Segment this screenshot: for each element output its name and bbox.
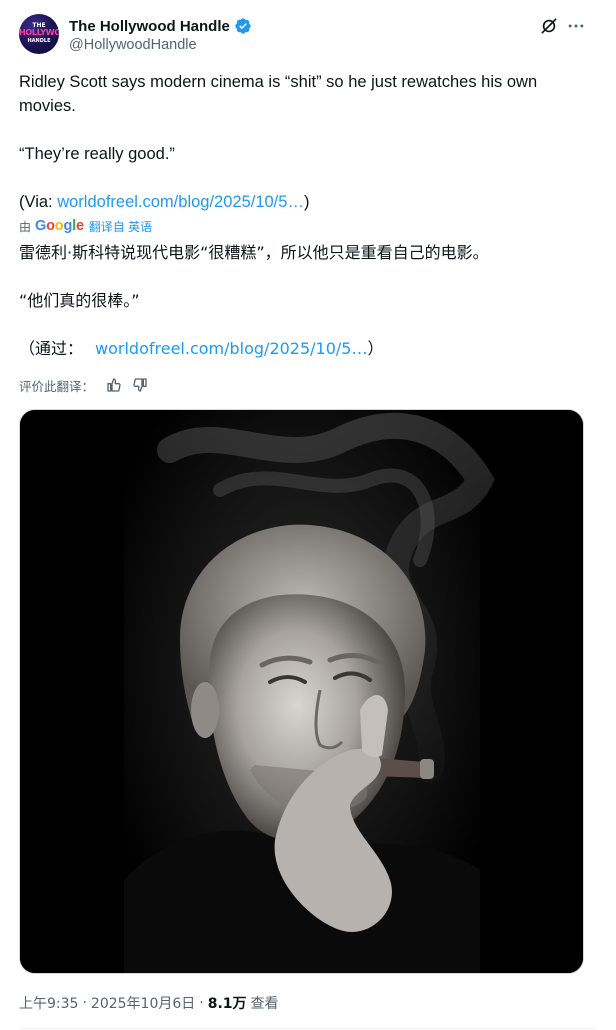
translated-by-row: 由 Google 翻译自 英语 — [19, 217, 152, 235]
translated-by-label: 由 — [19, 219, 32, 234]
translated-via-suffix: ） — [367, 339, 384, 358]
tweet-meta-row: 上午9:35 · 2025年10月6日 · 8.1万 查看 — [19, 993, 279, 1013]
tweet-text-via-line: (Via: worldofreel.com/blog/2025/10/5…) — [19, 190, 589, 214]
tweet-text: Ridley Scott says modern cinema is “shit… — [19, 70, 589, 214]
avatar[interactable]: THE HOLLYWOOD HANDLE — [19, 14, 59, 54]
google-logo-letter: o — [46, 218, 55, 234]
photo-illustration — [20, 410, 583, 973]
author-handle[interactable]: @HollywoodHandle — [69, 37, 197, 53]
more-horizontal-icon[interactable] — [566, 16, 586, 36]
divider — [19, 1028, 597, 1029]
translated-via-link[interactable]: worldofreel.com/blog/2025/10/5… — [95, 339, 367, 358]
verified-badge-icon — [235, 18, 251, 34]
via-prefix: (Via: — [19, 193, 58, 211]
translated-text-line-1: 雷德利·斯科特说现代电影“很糟糕”，所以他只是重看自己的电影。 — [19, 243, 489, 262]
tweet-time[interactable]: 上午9:35 — [19, 993, 78, 1013]
google-logo-letter: G — [35, 218, 47, 234]
tweet-text-line-2: “They’re really good.” — [19, 145, 175, 163]
translation-source-link[interactable]: 翻译自 英语 — [89, 218, 152, 235]
meta-separator: · — [82, 995, 87, 1011]
avatar-logo-text-2: HOLLYWOOD — [19, 28, 59, 37]
thumbs-up-icon[interactable] — [106, 377, 122, 393]
translated-via-prefix: （通过： — [19, 339, 84, 358]
views-count[interactable]: 8.1万 — [208, 993, 247, 1013]
via-suffix: ) — [303, 193, 310, 211]
meta-separator: · — [199, 995, 204, 1011]
author-display-name[interactable]: The Hollywood Handle — [69, 18, 230, 35]
rate-translation-row: 评价此翻译： — [19, 375, 148, 395]
google-logo-letter: g — [63, 218, 73, 234]
translated-text: 雷德利·斯科特说现代电影“很糟糕”，所以他只是重看自己的电影。 “他们真的很棒。… — [19, 241, 589, 361]
translated-via-line: （通过： worldofreel.com/blog/2025/10/5…） — [19, 337, 589, 361]
translated-text-line-2: “他们真的很棒。” — [19, 291, 140, 310]
tweet: THE HOLLYWOOD HANDLE The Hollywood Handl… — [0, 0, 616, 1030]
tweet-text-line-1: Ridley Scott says modern cinema is “shit… — [19, 73, 538, 115]
tweet-date[interactable]: 2025年10月6日 — [91, 993, 195, 1013]
thumbs-down-icon[interactable] — [132, 377, 148, 393]
rate-translation-label: 评价此翻译： — [19, 378, 95, 394]
via-link[interactable]: worldofreel.com/blog/2025/10/5… — [57, 193, 304, 211]
views-label: 查看 — [250, 996, 279, 1012]
avatar-logo-text-3: HANDLE — [27, 38, 51, 44]
tweet-photo[interactable] — [19, 409, 584, 974]
google-logo-letter: e — [75, 218, 84, 234]
author-name-row: The Hollywood Handle — [69, 16, 252, 36]
google-logo: Google — [35, 218, 84, 234]
grok-icon[interactable] — [539, 16, 559, 36]
